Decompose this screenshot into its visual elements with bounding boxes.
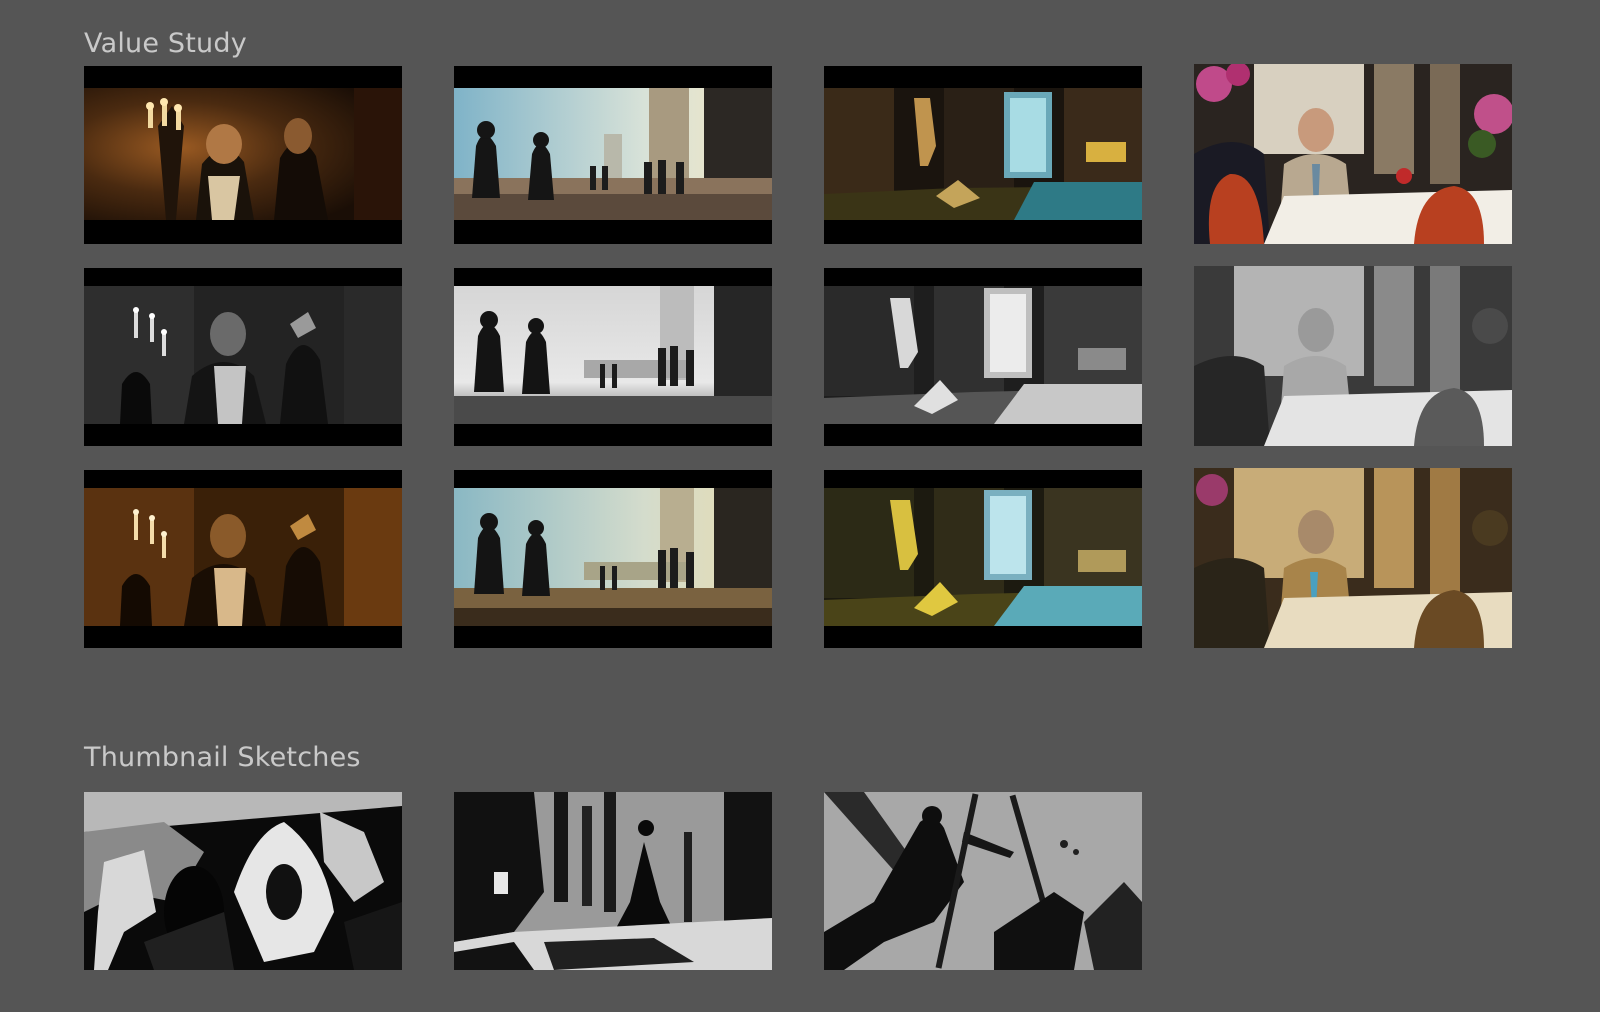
- city-color-image: [454, 66, 772, 244]
- candlelit-color-image: [84, 66, 402, 244]
- cafe-color-image: [1194, 64, 1512, 244]
- thumbnail-sketch-1[interactable]: [84, 792, 402, 970]
- value-study-frame-candlelit-color[interactable]: [84, 66, 402, 244]
- value-study-frame-cafe-gray[interactable]: [1194, 266, 1512, 446]
- value-study-frame-cafe-color[interactable]: [1194, 64, 1512, 244]
- value-study-frame-candlelit-tinted[interactable]: [84, 470, 402, 648]
- value-study-frame-street-color[interactable]: [824, 66, 1142, 244]
- street-tinted-image: [824, 470, 1142, 648]
- thumbnail-sketch-1-image: [84, 792, 402, 970]
- thumbnail-sketch-3[interactable]: [824, 792, 1142, 970]
- street-color-image: [824, 66, 1142, 244]
- cafe-gray-image: [1194, 266, 1512, 446]
- value-study-heading: Value Study: [84, 28, 247, 59]
- value-study-frame-candlelit-gray[interactable]: [84, 268, 402, 446]
- candlelit-tinted-image: [84, 470, 402, 648]
- city-tinted-image: [454, 470, 772, 648]
- thumbnail-sketch-2-image: [454, 792, 772, 970]
- street-gray-image: [824, 268, 1142, 446]
- city-gray-image: [454, 268, 772, 446]
- value-study-frame-street-tinted[interactable]: [824, 470, 1142, 648]
- value-study-frame-street-gray[interactable]: [824, 268, 1142, 446]
- thumbnail-sketch-3-image: [824, 792, 1142, 970]
- cafe-tinted-image: [1194, 468, 1512, 648]
- value-study-frame-cafe-tinted[interactable]: [1194, 468, 1512, 648]
- value-study-frame-city-tinted[interactable]: [454, 470, 772, 648]
- value-study-frame-city-color[interactable]: [454, 66, 772, 244]
- value-study-frame-city-gray[interactable]: [454, 268, 772, 446]
- thumbnail-sketches-heading: Thumbnail Sketches: [84, 742, 361, 773]
- thumbnail-sketch-2[interactable]: [454, 792, 772, 970]
- candlelit-gray-image: [84, 268, 402, 446]
